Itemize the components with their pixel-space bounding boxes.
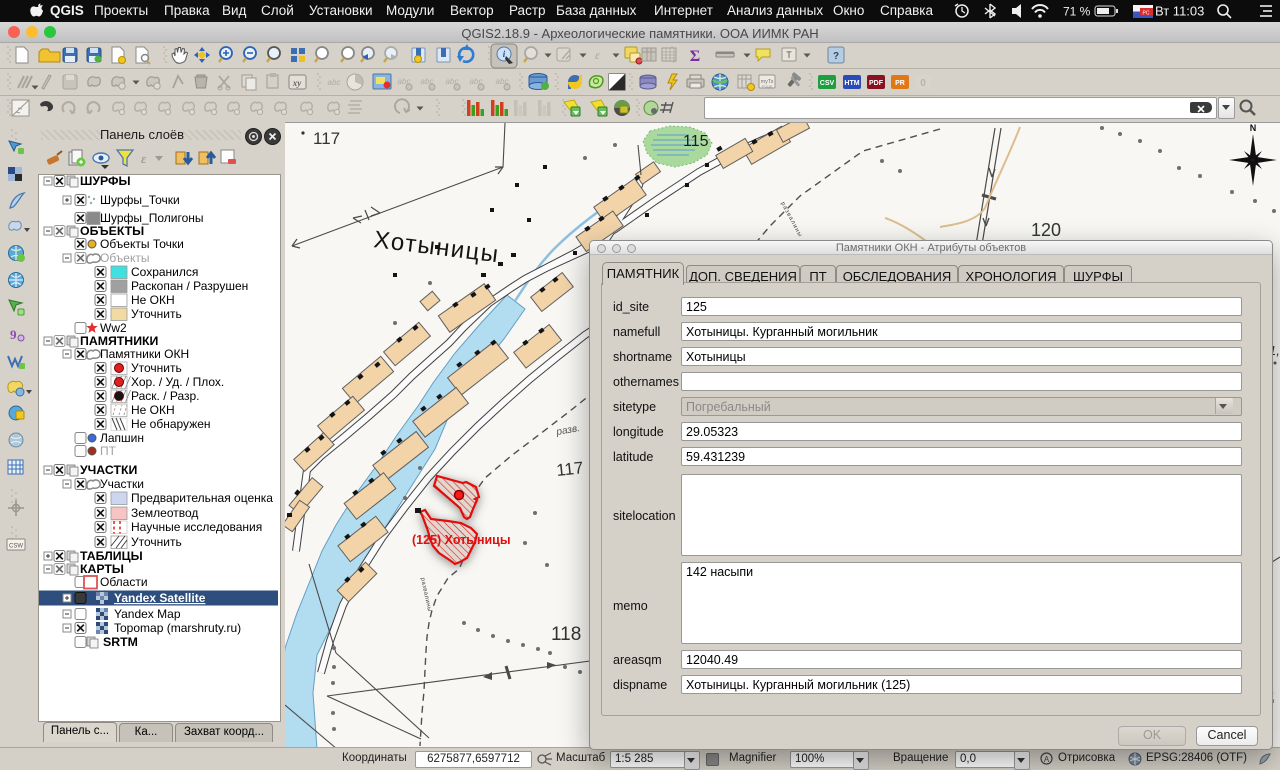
svg-text:Сохранился: Сохранился: [131, 265, 198, 279]
svg-text:HTM: HTM: [844, 80, 859, 87]
svg-text:Предварительная оценка: Предварительная оценка: [131, 491, 273, 505]
svg-text:CSW: CSW: [9, 544, 23, 550]
svg-text:117: 117: [313, 129, 340, 148]
svg-text:Yandex Map: Yandex Map: [114, 607, 181, 621]
svg-text:ε: ε: [141, 151, 147, 166]
svg-text:Уточнить: Уточнить: [131, 361, 182, 375]
svg-text:Не обнаружен: Не обнаружен: [131, 417, 211, 431]
svg-text:Вт 11:03: Вт 11:03: [1155, 4, 1204, 19]
svg-text:Объекты Точки: Объекты Точки: [100, 237, 184, 251]
svg-text:N: N: [1250, 123, 1257, 133]
svg-text:A: A: [1044, 755, 1050, 764]
svg-text:Области: Области: [100, 575, 148, 589]
svg-text:Шурфы_Полигоны: Шурфы_Полигоны: [100, 211, 204, 225]
svg-text:118: 118: [551, 624, 581, 645]
svg-text:ТАБЛИЦЫ: ТАБЛИЦЫ: [80, 549, 143, 563]
svg-text:ПТ: ПТ: [100, 444, 117, 458]
svg-text:Ww2: Ww2: [100, 321, 127, 335]
svg-text:T: T: [786, 50, 792, 60]
svg-text:Памятники ОКН: Памятники ОКН: [100, 347, 189, 361]
svg-text:Раск. / Разр.: Раск. / Разр.: [131, 389, 200, 403]
svg-text:PDF: PDF: [869, 80, 884, 87]
svg-text:abc: abc: [328, 78, 341, 87]
svg-text:115: 115: [683, 133, 709, 150]
svg-text:Уточнить: Уточнить: [131, 307, 182, 321]
svg-text:ШУРФЫ: ШУРФЫ: [80, 175, 131, 188]
svg-text:120: 120: [1031, 220, 1061, 240]
svg-text:ε: ε: [595, 48, 600, 62]
svg-text:ОБЪЕКТЫ: ОБЪЕКТЫ: [80, 224, 144, 238]
svg-text:Участки: Участки: [100, 477, 144, 491]
svg-text:9: 9: [10, 327, 17, 342]
svg-text:0: 0: [920, 78, 926, 89]
svg-text:Σ: Σ: [690, 48, 700, 65]
svg-text:(125) Хотыницы: (125) Хотыницы: [412, 533, 511, 547]
svg-text:SRTM: SRTM: [103, 635, 138, 649]
svg-text:Объекты: Объекты: [100, 251, 150, 265]
svg-text:xy: xy: [292, 78, 303, 88]
svg-text:Землеотвод: Землеотвод: [131, 506, 198, 520]
svg-text:Не ОКН: Не ОКН: [131, 403, 175, 417]
svg-text:?: ?: [833, 51, 839, 62]
svg-text:Лапшин: Лапшин: [100, 431, 144, 445]
svg-text:УЧАСТКИ: УЧАСТКИ: [80, 463, 137, 477]
svg-text:Topomap (marshruty.ru): Topomap (marshruty.ru): [114, 621, 241, 635]
svg-text:Yandex Satellite: Yandex Satellite: [114, 591, 206, 605]
svg-text:Шурфы_Точки: Шурфы_Точки: [100, 193, 180, 207]
svg-text:PC: PC: [1143, 11, 1150, 17]
svg-text:CSV: CSV: [820, 80, 835, 87]
svg-text:Pocat: Pocat: [762, 84, 773, 89]
svg-text:Хор. / Уд. / Плох.: Хор. / Уд. / Плох.: [131, 375, 224, 389]
svg-text:PR: PR: [895, 80, 905, 87]
svg-text:КАРТЫ: КАРТЫ: [80, 562, 124, 576]
svg-text:117: 117: [555, 458, 584, 480]
svg-text:ПАМЯТНИКИ: ПАМЯТНИКИ: [80, 334, 159, 348]
svg-text:Раскопан / Разрушен: Раскопан / Разрушен: [131, 279, 248, 293]
svg-text:Научные исследования: Научные исследования: [131, 520, 262, 534]
svg-text:71 %: 71 %: [1063, 5, 1091, 19]
svg-text:Уточнить: Уточнить: [131, 535, 182, 549]
svg-text:Не ОКН: Не ОКН: [131, 293, 175, 307]
